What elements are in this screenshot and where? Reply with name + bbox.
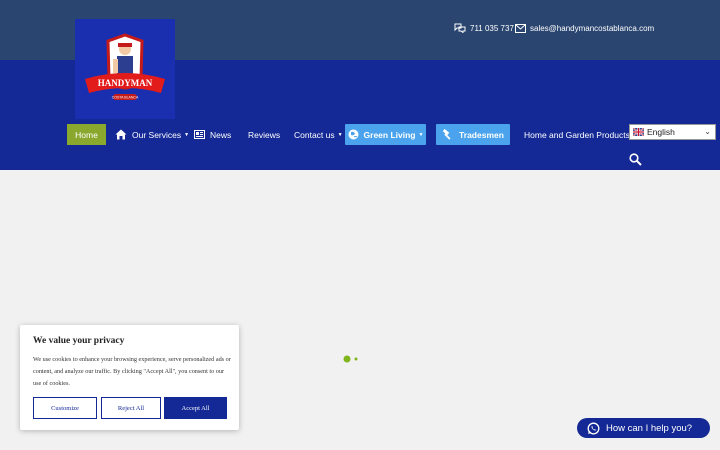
chevron-down-icon: ⌄ xyxy=(704,127,711,136)
nav-tradesmen[interactable]: Tradesmen xyxy=(436,124,510,145)
chat-widget-label: How can I help you? xyxy=(606,422,693,434)
globe-leaf-icon xyxy=(348,129,359,140)
email-address: sales@handymancostablanca.com xyxy=(530,23,655,33)
customize-button[interactable]: Customize xyxy=(33,397,97,419)
loading-indicator xyxy=(343,350,359,368)
nav-home-label: Home xyxy=(75,129,98,140)
nav-contact-us-label: Contact us xyxy=(294,129,335,140)
cookie-title: We value your privacy xyxy=(33,336,125,346)
nav-green-living-label: Green Living xyxy=(363,129,416,140)
nav-green-living[interactable]: Green Living ▼ xyxy=(345,124,426,145)
search-button[interactable] xyxy=(629,153,642,171)
nav-contact-us[interactable]: Contact us ▼ xyxy=(294,124,343,145)
site-logo[interactable]: HANDYMAN COSTA BLANCA xyxy=(75,19,175,119)
chat-bubbles-icon xyxy=(454,23,466,33)
language-label: English xyxy=(647,127,675,137)
nav-reviews-label: Reviews xyxy=(248,129,281,140)
cookie-consent-banner: We value your privacy We use cookies to … xyxy=(20,325,239,430)
caret-down-icon: ▼ xyxy=(337,131,343,138)
logo-subtext: COSTA BLANCA xyxy=(112,96,139,100)
newspaper-icon xyxy=(194,130,205,139)
caret-down-icon: ▼ xyxy=(418,131,424,138)
house-icon xyxy=(115,129,127,140)
nav-news-label: News xyxy=(210,129,232,140)
hammer-icon xyxy=(442,129,451,140)
language-select[interactable]: English ⌄ xyxy=(629,124,716,140)
nav-tradesmen-label: Tradesmen xyxy=(459,129,504,140)
nav-news[interactable]: News xyxy=(194,124,231,145)
email-contact[interactable]: sales@handymancostablanca.com xyxy=(515,21,654,35)
handyman-logo-graphic: HANDYMAN COSTA BLANCA xyxy=(85,33,165,100)
cookie-text: We use cookies to enhance your browsing … xyxy=(33,356,231,387)
logo-text: HANDYMAN xyxy=(98,78,153,88)
phone-contact[interactable]: 711 035 737 xyxy=(454,21,514,35)
nav-our-services-label: Our Services xyxy=(132,129,182,140)
phone-number: 711 035 737 xyxy=(470,23,514,33)
chat-widget-button[interactable]: How can I help you? xyxy=(577,418,710,438)
caret-down-icon: ▼ xyxy=(184,131,190,138)
reject-all-button[interactable]: Reject All xyxy=(101,397,161,419)
accept-all-button[interactable]: Accept All xyxy=(164,397,227,419)
nav-home[interactable]: Home xyxy=(67,124,106,145)
nav-home-garden-products[interactable]: Home and Garden Products ▼ xyxy=(524,124,638,145)
uk-flag-icon xyxy=(633,128,644,136)
search-icon xyxy=(629,153,642,166)
nav-reviews[interactable]: Reviews xyxy=(248,124,280,145)
nav-our-services[interactable]: Our Services ▼ xyxy=(115,124,189,145)
mail-icon xyxy=(515,23,526,33)
nav-home-garden-label: Home and Garden Products xyxy=(524,129,630,140)
whatsapp-icon xyxy=(587,422,600,434)
